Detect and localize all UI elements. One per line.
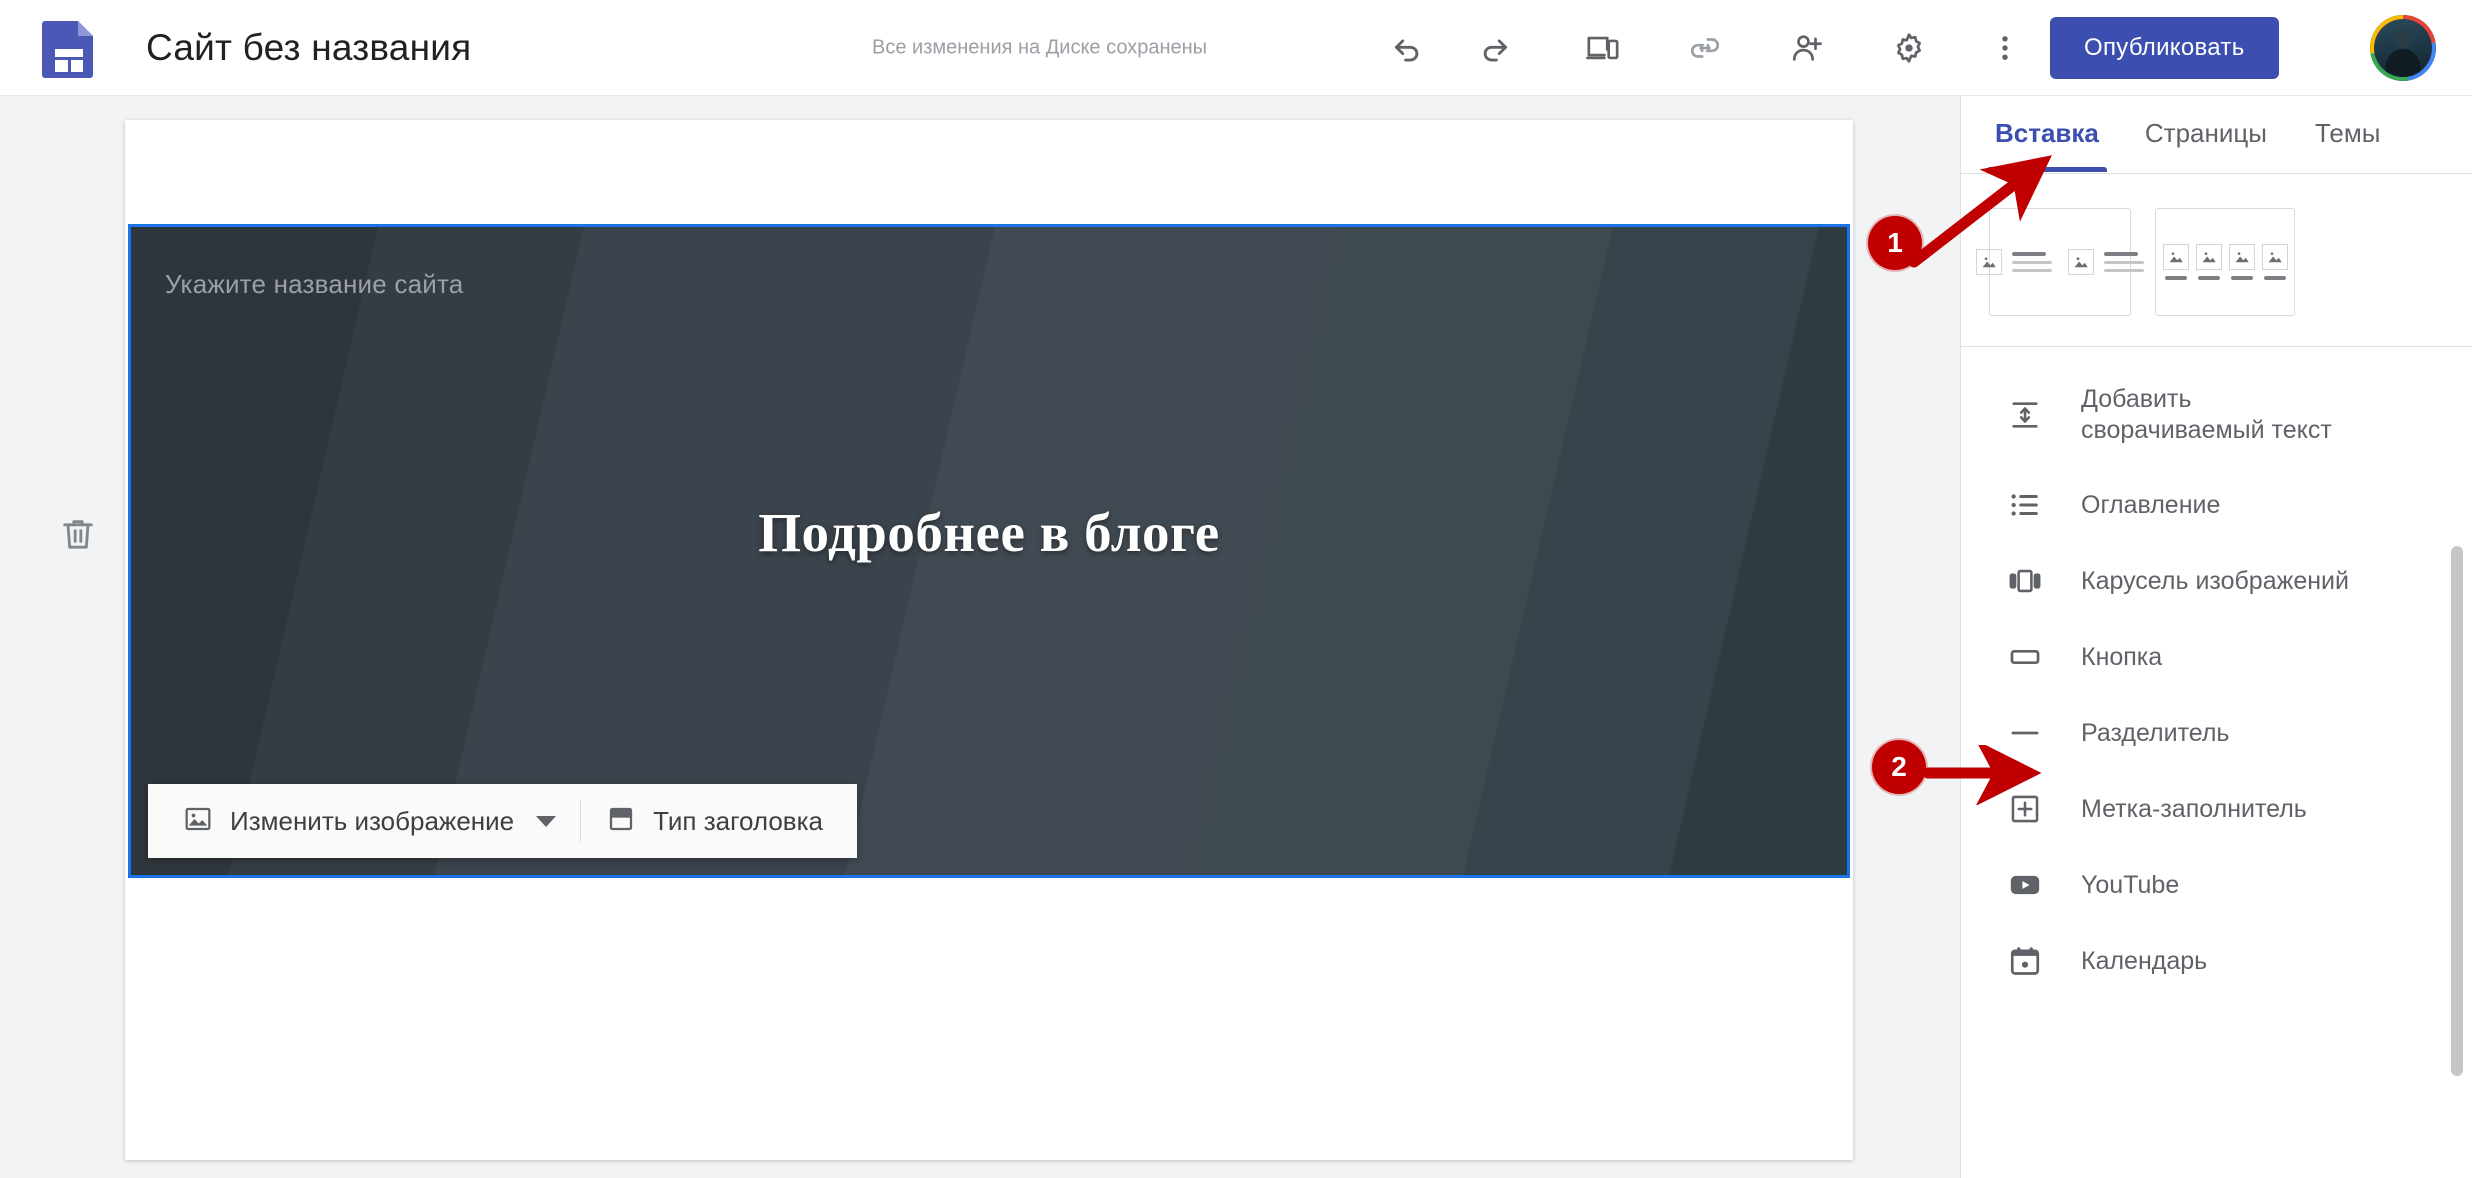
insert-item-label: Календарь: [2081, 946, 2208, 975]
youtube-icon: [2005, 865, 2045, 905]
image-placeholder-icon: [2228, 244, 2255, 270]
header-type-label: Тип заголовка: [653, 805, 824, 836]
annotation-badge-2: 2: [1872, 740, 1926, 794]
insert-item-label: Метка-заполнитель: [2081, 794, 2307, 823]
annotation-arrow-2: [1922, 745, 2042, 805]
insert-item-table-of-contents[interactable]: Оглавление: [1961, 467, 2472, 543]
insert-item-label: Карусель изображений: [2081, 566, 2349, 595]
undo-icon[interactable]: [1370, 11, 1444, 85]
insert-item-list: Добавить сворачиваемый текст Оглавление: [1961, 347, 2472, 999]
banner-heading-text[interactable]: Подробнее в блоге: [131, 501, 1847, 564]
insert-item-calendar[interactable]: Календарь: [1961, 923, 2472, 999]
image-placeholder-icon: [2162, 244, 2189, 270]
tab-themes[interactable]: Темы: [2315, 118, 2380, 171]
image-carousel-icon: [2005, 561, 2045, 601]
change-image-button[interactable]: Изменить изображение: [166, 784, 572, 858]
header-type-icon: [605, 803, 637, 840]
insert-item-label: YouTube: [2081, 870, 2180, 899]
redo-icon[interactable]: [1458, 11, 1532, 85]
insert-item-label: Кнопка: [2081, 642, 2163, 671]
change-image-label: Изменить изображение: [230, 805, 515, 836]
account-avatar[interactable]: [2370, 14, 2436, 81]
add-person-icon[interactable]: [1770, 11, 1844, 85]
editor-workspace: Укажите название сайта Подробнее в блоге…: [0, 96, 1960, 1178]
image-placeholder-icon: [2068, 249, 2094, 275]
site-name-placeholder[interactable]: Укажите название сайта: [165, 269, 463, 300]
panel-scrollbar[interactable]: [2451, 546, 2463, 1076]
image-placeholder-icon: [2195, 244, 2222, 270]
trash-icon[interactable]: [48, 504, 108, 564]
calendar-icon: [2005, 941, 2045, 981]
collapsible-text-icon: [2005, 395, 2045, 435]
tab-pages[interactable]: Страницы: [2145, 118, 2267, 171]
image-placeholder-icon: [2261, 244, 2288, 270]
save-status: Все изменения на Диске сохранены: [872, 36, 1208, 58]
top-bar: Сайт без названия Все изменения на Диске…: [0, 0, 2472, 96]
insert-item-label: Оглавление: [2081, 490, 2221, 519]
document-title[interactable]: Сайт без названия: [146, 27, 471, 69]
image-icon: [182, 803, 214, 840]
header-type-button[interactable]: Тип заголовка: [589, 784, 839, 858]
insert-item-youtube[interactable]: YouTube: [1961, 847, 2472, 923]
insert-item-collapsible-text[interactable]: Добавить сворачиваемый текст: [1961, 363, 2472, 467]
button-icon: [2005, 637, 2045, 677]
publish-button[interactable]: Опубликовать: [2050, 16, 2279, 79]
site-banner[interactable]: Укажите название сайта Подробнее в блоге: [128, 224, 1850, 878]
banner-toolbar: Изменить изображение Тип заголовка: [148, 784, 858, 858]
layout-card-four-column[interactable]: [2155, 208, 2295, 316]
annotation-badge-1: 1: [1868, 216, 1922, 270]
insert-item-button[interactable]: Кнопка: [1961, 619, 2472, 695]
annotation-arrow-1: [1908, 155, 2052, 268]
table-of-contents-icon: [2005, 485, 2045, 525]
toolbar-separator: [580, 799, 582, 843]
preview-devices-icon[interactable]: [1566, 11, 1640, 85]
caret-down-icon[interactable]: [536, 815, 557, 827]
gear-icon[interactable]: [1872, 11, 1946, 85]
link-icon[interactable]: [1668, 11, 1742, 85]
insert-item-image-carousel[interactable]: Карусель изображений: [1961, 543, 2472, 619]
google-sites-editor: Сайт без названия Все изменения на Диске…: [0, 0, 2472, 1178]
more-vert-icon[interactable]: [1968, 11, 2042, 85]
insert-item-label: Добавить сворачиваемый текст: [2081, 385, 2332, 444]
insert-item-label: Разделитель: [2081, 718, 2230, 747]
toolbar-icon-group: [1370, 0, 2042, 96]
google-sites-logo-icon[interactable]: [42, 18, 96, 78]
